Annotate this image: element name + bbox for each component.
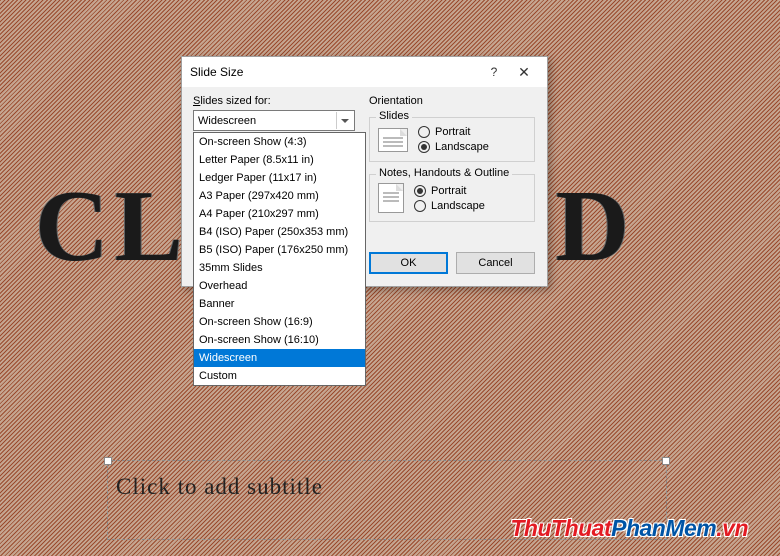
slide-size-dialog: Slide Size ? ✕ Slides sized for: Widescr…	[181, 56, 548, 287]
dropdown-option[interactable]: A3 Paper (297x420 mm)	[194, 187, 365, 205]
notes-landscape-radio[interactable]: Landscape	[414, 200, 485, 212]
dropdown-option[interactable]: B4 (ISO) Paper (250x353 mm)	[194, 223, 365, 241]
page-landscape-icon	[378, 128, 408, 152]
help-button[interactable]: ?	[479, 65, 509, 79]
slides-landscape-radio[interactable]: Landscape	[418, 141, 489, 153]
dropdown-option[interactable]: On-screen Show (4:3)	[194, 133, 365, 151]
orientation-label: Orientation	[369, 95, 535, 107]
chevron-down-icon	[336, 112, 352, 129]
dropdown-option[interactable]: A4 Paper (210x297 mm)	[194, 205, 365, 223]
slides-orientation-group: Slides Portrait Landscape	[369, 117, 535, 162]
slides-sized-for-combobox[interactable]: Widescreen On-screen Show (4:3)Letter Pa…	[193, 110, 355, 131]
watermark-logo: ThuThuatPhanMem.vn	[510, 515, 748, 542]
cancel-button[interactable]: Cancel	[456, 252, 535, 274]
radio-icon	[418, 126, 430, 138]
close-button[interactable]: ✕	[509, 64, 539, 81]
dropdown-option[interactable]: Widescreen	[194, 349, 365, 367]
radio-icon	[414, 185, 426, 197]
dialog-title: Slide Size	[190, 65, 479, 79]
dropdown-option[interactable]: On-screen Show (16:10)	[194, 331, 365, 349]
sized-for-dropdown: On-screen Show (4:3)Letter Paper (8.5x11…	[193, 132, 366, 386]
combo-value: Widescreen	[198, 115, 256, 127]
notes-orientation-group: Notes, Handouts & Outline Portrait Lands…	[369, 174, 535, 222]
sized-for-label: Slides sized for:	[193, 95, 355, 107]
slides-group-title: Slides	[376, 110, 412, 122]
notes-portrait-radio[interactable]: Portrait	[414, 185, 485, 197]
dropdown-option[interactable]: Ledger Paper (11x17 in)	[194, 169, 365, 187]
dropdown-option[interactable]: B5 (ISO) Paper (176x250 mm)	[194, 241, 365, 259]
ok-button[interactable]: OK	[369, 252, 448, 274]
radio-icon	[414, 200, 426, 212]
slides-portrait-radio[interactable]: Portrait	[418, 126, 489, 138]
dialog-titlebar: Slide Size ? ✕	[182, 57, 547, 87]
subtitle-placeholder-text: Click to add subtitle	[116, 474, 658, 500]
dropdown-option[interactable]: On-screen Show (16:9)	[194, 313, 365, 331]
radio-icon	[418, 141, 430, 153]
dropdown-option[interactable]: Custom	[194, 367, 365, 385]
dropdown-option[interactable]: 35mm Slides	[194, 259, 365, 277]
dropdown-option[interactable]: Letter Paper (8.5x11 in)	[194, 151, 365, 169]
page-portrait-icon	[378, 183, 404, 213]
dropdown-option[interactable]: Overhead	[194, 277, 365, 295]
dropdown-option[interactable]: Banner	[194, 295, 365, 313]
notes-group-title: Notes, Handouts & Outline	[376, 167, 512, 179]
